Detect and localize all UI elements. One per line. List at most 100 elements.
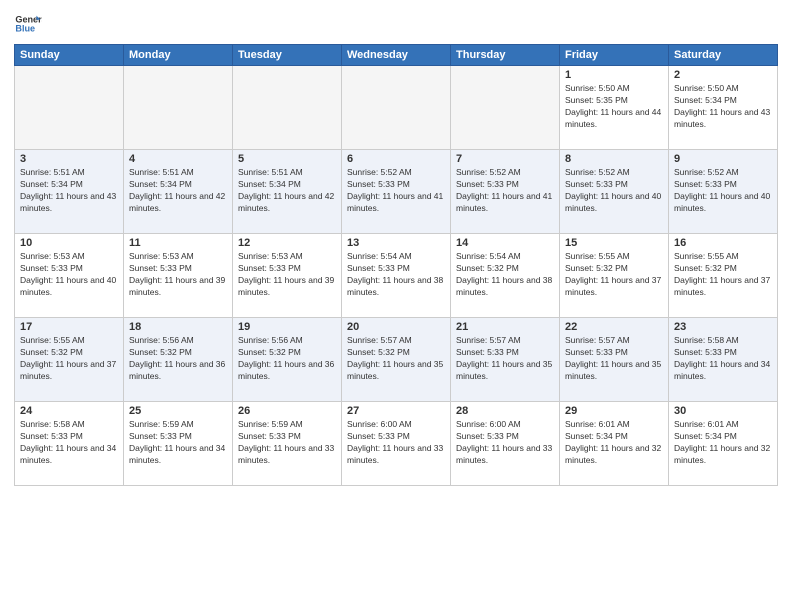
day-info: Sunrise: 6:00 AMSunset: 5:33 PMDaylight:… (456, 419, 554, 467)
day-info: Sunrise: 5:50 AMSunset: 5:34 PMDaylight:… (674, 83, 772, 131)
day-cell: 10 Sunrise: 5:53 AMSunset: 5:33 PMDaylig… (15, 234, 124, 318)
weekday-header-row: SundayMondayTuesdayWednesdayThursdayFrid… (15, 45, 778, 66)
day-info: Sunrise: 5:52 AMSunset: 5:33 PMDaylight:… (674, 167, 772, 215)
day-info: Sunrise: 5:58 AMSunset: 5:33 PMDaylight:… (20, 419, 118, 467)
day-number: 30 (674, 405, 772, 417)
day-cell: 11 Sunrise: 5:53 AMSunset: 5:33 PMDaylig… (124, 234, 233, 318)
day-info: Sunrise: 5:51 AMSunset: 5:34 PMDaylight:… (20, 167, 118, 215)
day-cell: 17 Sunrise: 5:55 AMSunset: 5:32 PMDaylig… (15, 318, 124, 402)
week-row-4: 17 Sunrise: 5:55 AMSunset: 5:32 PMDaylig… (15, 318, 778, 402)
week-row-1: 1 Sunrise: 5:50 AMSunset: 5:35 PMDayligh… (15, 66, 778, 150)
day-cell: 6 Sunrise: 5:52 AMSunset: 5:33 PMDayligh… (342, 150, 451, 234)
week-row-3: 10 Sunrise: 5:53 AMSunset: 5:33 PMDaylig… (15, 234, 778, 318)
day-number: 15 (565, 237, 663, 249)
day-number: 26 (238, 405, 336, 417)
day-info: Sunrise: 5:52 AMSunset: 5:33 PMDaylight:… (456, 167, 554, 215)
day-number: 27 (347, 405, 445, 417)
day-info: Sunrise: 5:54 AMSunset: 5:33 PMDaylight:… (347, 251, 445, 299)
day-number: 25 (129, 405, 227, 417)
day-cell: 26 Sunrise: 5:59 AMSunset: 5:33 PMDaylig… (233, 402, 342, 486)
day-cell: 14 Sunrise: 5:54 AMSunset: 5:32 PMDaylig… (451, 234, 560, 318)
day-info: Sunrise: 5:54 AMSunset: 5:32 PMDaylight:… (456, 251, 554, 299)
day-cell (15, 66, 124, 150)
day-number: 4 (129, 153, 227, 165)
day-number: 17 (20, 321, 118, 333)
logo-icon: General Blue (14, 10, 42, 38)
day-cell: 8 Sunrise: 5:52 AMSunset: 5:33 PMDayligh… (560, 150, 669, 234)
header: General Blue (14, 10, 778, 38)
day-info: Sunrise: 5:59 AMSunset: 5:33 PMDaylight:… (238, 419, 336, 467)
day-cell: 7 Sunrise: 5:52 AMSunset: 5:33 PMDayligh… (451, 150, 560, 234)
day-info: Sunrise: 6:01 AMSunset: 5:34 PMDaylight:… (565, 419, 663, 467)
weekday-header-saturday: Saturday (669, 45, 778, 66)
day-info: Sunrise: 5:52 AMSunset: 5:33 PMDaylight:… (565, 167, 663, 215)
day-info: Sunrise: 5:50 AMSunset: 5:35 PMDaylight:… (565, 83, 663, 131)
week-row-2: 3 Sunrise: 5:51 AMSunset: 5:34 PMDayligh… (15, 150, 778, 234)
weekday-header-friday: Friday (560, 45, 669, 66)
day-number: 5 (238, 153, 336, 165)
day-cell: 15 Sunrise: 5:55 AMSunset: 5:32 PMDaylig… (560, 234, 669, 318)
day-cell: 30 Sunrise: 6:01 AMSunset: 5:34 PMDaylig… (669, 402, 778, 486)
day-cell: 29 Sunrise: 6:01 AMSunset: 5:34 PMDaylig… (560, 402, 669, 486)
day-info: Sunrise: 5:56 AMSunset: 5:32 PMDaylight:… (238, 335, 336, 383)
day-number: 23 (674, 321, 772, 333)
day-number: 19 (238, 321, 336, 333)
day-number: 10 (20, 237, 118, 249)
day-number: 11 (129, 237, 227, 249)
day-cell (124, 66, 233, 150)
day-number: 3 (20, 153, 118, 165)
day-number: 16 (674, 237, 772, 249)
day-cell: 20 Sunrise: 5:57 AMSunset: 5:32 PMDaylig… (342, 318, 451, 402)
day-cell: 2 Sunrise: 5:50 AMSunset: 5:34 PMDayligh… (669, 66, 778, 150)
day-number: 1 (565, 69, 663, 81)
day-info: Sunrise: 5:57 AMSunset: 5:32 PMDaylight:… (347, 335, 445, 383)
day-cell: 12 Sunrise: 5:53 AMSunset: 5:33 PMDaylig… (233, 234, 342, 318)
day-cell: 19 Sunrise: 5:56 AMSunset: 5:32 PMDaylig… (233, 318, 342, 402)
day-number: 21 (456, 321, 554, 333)
svg-text:Blue: Blue (15, 24, 35, 34)
day-info: Sunrise: 6:01 AMSunset: 5:34 PMDaylight:… (674, 419, 772, 467)
day-cell: 24 Sunrise: 5:58 AMSunset: 5:33 PMDaylig… (15, 402, 124, 486)
day-number: 28 (456, 405, 554, 417)
day-number: 29 (565, 405, 663, 417)
page: General Blue SundayMondayTuesdayWednesda… (0, 0, 792, 612)
day-number: 14 (456, 237, 554, 249)
day-number: 8 (565, 153, 663, 165)
day-cell: 25 Sunrise: 5:59 AMSunset: 5:33 PMDaylig… (124, 402, 233, 486)
day-cell: 28 Sunrise: 6:00 AMSunset: 5:33 PMDaylig… (451, 402, 560, 486)
day-cell: 18 Sunrise: 5:56 AMSunset: 5:32 PMDaylig… (124, 318, 233, 402)
day-info: Sunrise: 5:56 AMSunset: 5:32 PMDaylight:… (129, 335, 227, 383)
day-cell (451, 66, 560, 150)
day-info: Sunrise: 5:51 AMSunset: 5:34 PMDaylight:… (129, 167, 227, 215)
day-info: Sunrise: 5:52 AMSunset: 5:33 PMDaylight:… (347, 167, 445, 215)
day-info: Sunrise: 5:55 AMSunset: 5:32 PMDaylight:… (565, 251, 663, 299)
weekday-header-monday: Monday (124, 45, 233, 66)
day-info: Sunrise: 5:53 AMSunset: 5:33 PMDaylight:… (20, 251, 118, 299)
day-number: 12 (238, 237, 336, 249)
week-row-5: 24 Sunrise: 5:58 AMSunset: 5:33 PMDaylig… (15, 402, 778, 486)
day-info: Sunrise: 5:59 AMSunset: 5:33 PMDaylight:… (129, 419, 227, 467)
day-info: Sunrise: 5:57 AMSunset: 5:33 PMDaylight:… (565, 335, 663, 383)
day-info: Sunrise: 5:51 AMSunset: 5:34 PMDaylight:… (238, 167, 336, 215)
weekday-header-wednesday: Wednesday (342, 45, 451, 66)
day-number: 18 (129, 321, 227, 333)
day-number: 7 (456, 153, 554, 165)
day-cell (233, 66, 342, 150)
day-info: Sunrise: 5:57 AMSunset: 5:33 PMDaylight:… (456, 335, 554, 383)
day-cell: 16 Sunrise: 5:55 AMSunset: 5:32 PMDaylig… (669, 234, 778, 318)
day-number: 6 (347, 153, 445, 165)
weekday-header-thursday: Thursday (451, 45, 560, 66)
day-number: 2 (674, 69, 772, 81)
day-number: 22 (565, 321, 663, 333)
day-info: Sunrise: 5:53 AMSunset: 5:33 PMDaylight:… (129, 251, 227, 299)
day-info: Sunrise: 5:53 AMSunset: 5:33 PMDaylight:… (238, 251, 336, 299)
day-number: 24 (20, 405, 118, 417)
logo: General Blue (14, 10, 42, 38)
day-cell: 3 Sunrise: 5:51 AMSunset: 5:34 PMDayligh… (15, 150, 124, 234)
day-number: 9 (674, 153, 772, 165)
day-cell (342, 66, 451, 150)
day-info: Sunrise: 6:00 AMSunset: 5:33 PMDaylight:… (347, 419, 445, 467)
day-cell: 21 Sunrise: 5:57 AMSunset: 5:33 PMDaylig… (451, 318, 560, 402)
day-cell: 23 Sunrise: 5:58 AMSunset: 5:33 PMDaylig… (669, 318, 778, 402)
weekday-header-tuesday: Tuesday (233, 45, 342, 66)
